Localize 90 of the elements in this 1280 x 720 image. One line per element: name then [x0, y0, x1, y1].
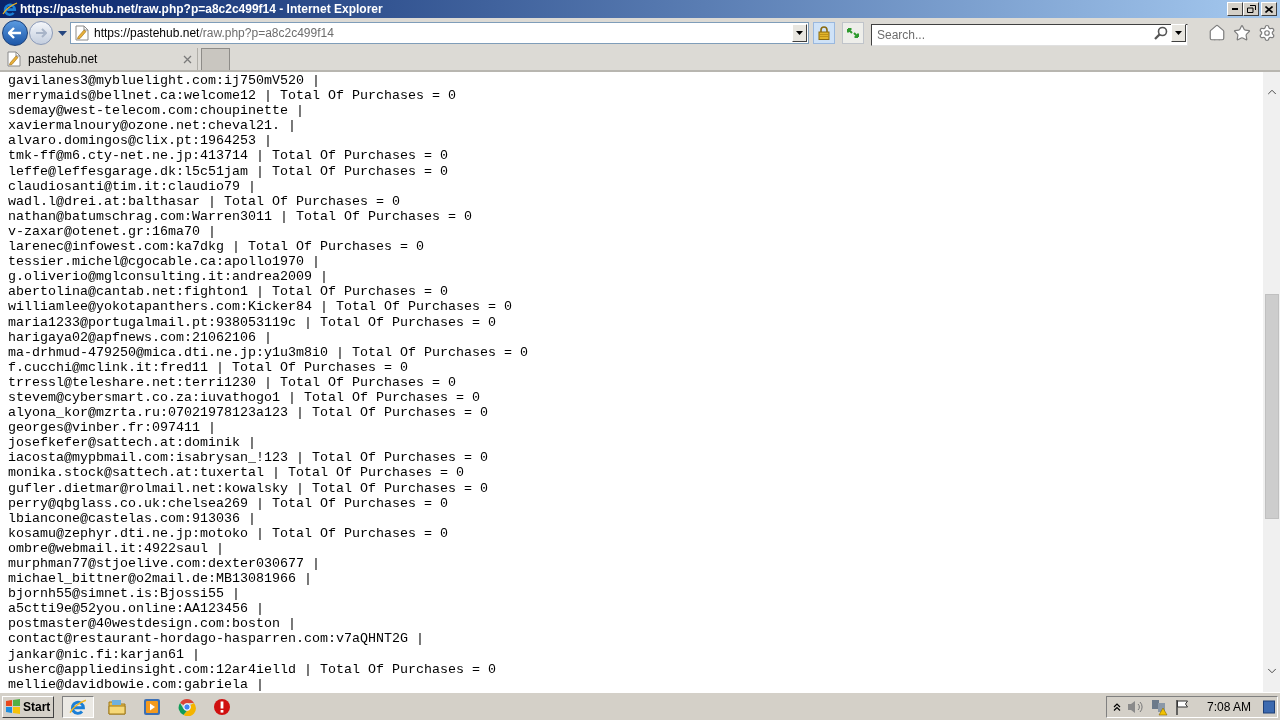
paste-line: stevem@cybersmart.co.za:iuvathogo1 | Total Of Purchases = 0 — [8, 389, 480, 405]
paste-line: xaviermalnoury@ozone.net:cheval21. | — [8, 118, 296, 134]
paste-line: alyona_kor@mzrta.ru:07021978123a123 | Total Of Purchases = 0 — [8, 405, 488, 421]
padlock-icon — [818, 26, 830, 40]
paste-line: murphman77@stjoelive.com:dexter030677 | — [8, 556, 320, 571]
paste-line: ma-drhmud-479250@mica.dti.ne.jp:y1u3m8i0 | Total Of Purchases = 0 — [8, 344, 528, 360]
minimize-button[interactable] — [1227, 2, 1243, 16]
left-arrow-icon — [8, 27, 22, 39]
compatibility-button[interactable] — [842, 22, 864, 44]
paste-line: f.cucchi@mclink.it:fred11 | Total Of Purchases = 0 — [8, 359, 408, 375]
paste-line: g.oliverio@mglconsulting.it:andrea2009 | — [8, 269, 328, 285]
paste-line: merrymaids@bellnet.ca:welcome12 | Total Of Purchases = 0 — [8, 88, 456, 104]
paste-line: contact@restaurant-hordago-hasparren.com:v7aQHNT2G | — [8, 631, 424, 647]
paste-line: gavilanes3@mybluelight.com:ij750mV520 | — [8, 73, 320, 88]
tab-label: pastehub.net — [28, 51, 98, 68]
paste-line: lbiancone@castelas.com:913036 | — [8, 510, 256, 526]
right-arrow-icon — [35, 28, 47, 38]
tab-close-button[interactable] — [182, 54, 192, 64]
page-icon — [7, 51, 21, 67]
paste-line: postmaster@40westdesign.com:boston | — [8, 616, 296, 632]
address-text: https://pastehub.net/raw.php?p=a8c2c499f14 — [94, 25, 334, 42]
folder-icon — [108, 698, 126, 715]
windows-logo-icon — [5, 699, 21, 714]
exclamation-circle-icon — [213, 697, 231, 716]
scrollbar-thumb[interactable] — [1264, 294, 1279, 519]
chrome-logo-icon — [178, 697, 196, 716]
minimize-icon — [1232, 8, 1238, 10]
two-arrows-icon — [846, 26, 860, 40]
paste-line: jankar@nic.fi:karjan61 | — [8, 646, 200, 662]
paste-line: wadl.l@drei.at:balthasar | Total Of Purchases = 0 — [8, 193, 400, 209]
paste-line: usherc@appliedinsight.com:12ar4ielld | Total Of Purchases = 0 — [8, 661, 496, 677]
caret-down-icon — [57, 30, 67, 36]
scrollbar[interactable] — [1263, 72, 1280, 692]
paste-line: tessier.michel@cgocable.ca:apollo1970 | — [8, 254, 320, 270]
paste-line: a5ctti9e@52you.online:AA123456 | — [8, 601, 264, 617]
paste-line: maria1233@portugalmail.pt:938053119c | Total Of Purchases = 0 — [8, 314, 496, 330]
start-button[interactable]: Start — [2, 695, 54, 718]
paste-line: alvaro.domingos@clix.pt:1964253 | — [8, 133, 272, 149]
window-title: https://pastehub.net/raw.php?p=a8c2c499f14 - Internet Explorer — [20, 2, 383, 16]
paste-line: gufler.dietmar@rolmail.net:kowalsky | Total Of Purchases = 0 — [8, 480, 488, 496]
search-field[interactable]: Search... — [871, 24, 1188, 46]
paste-line: trressl@teleshare.net:terri1230 | Total Of Purchases = 0 — [8, 374, 456, 390]
paste-line: georges@vinber.fr:097411 | — [8, 420, 216, 436]
clock[interactable]: 7:08 AM — [1207, 697, 1252, 716]
paste-line: iacosta@mypbmail.com:isabrysan_!123 | Total Of Purchases = 0 — [8, 450, 488, 466]
address-dropdown-button[interactable] — [792, 24, 807, 42]
chevron-up-icon[interactable] — [1113, 702, 1121, 711]
flag-icon[interactable] — [1175, 698, 1191, 715]
paste-line: larenec@infowest.com:ka7dkg | Total Of Purchases = 0 — [8, 239, 424, 255]
page-icon — [75, 25, 89, 41]
browser-logo-icon — [2, 1, 18, 17]
paste-line: v-zaxar@otenet.gr:16ma70 | — [8, 223, 216, 239]
paste-line: abertolina@cantab.net:fighton1 | Total Of Purchases = 0 — [8, 284, 448, 300]
paste-line: harigaya02@apfnews.com:21062106 | — [8, 329, 272, 345]
paste-line: leffe@leffesgarage.dk:l5c51jam | Total Of Purchases = 0 — [8, 163, 448, 179]
close-button[interactable] — [1261, 2, 1277, 16]
home-icon[interactable] — [1208, 24, 1226, 42]
paste-line: mellie@davidbowie.com:gabriela | — [8, 676, 264, 692]
star-icon[interactable] — [1233, 24, 1251, 42]
restore-button[interactable] — [1243, 2, 1259, 16]
paste-line: nathan@batumschrag.com:Warren3011 | Total Of Purchases = 0 — [8, 208, 472, 224]
close-icon — [1265, 5, 1273, 13]
play-tile-icon — [143, 697, 161, 716]
paste-line: perry@qbglass.co.uk:chelsea269 | Total Of Purchases = 0 — [8, 495, 448, 511]
paste-line: josefkefer@sattech.at:dominik | — [8, 435, 256, 451]
search-dropdown-button[interactable] — [1171, 24, 1186, 42]
paste-line: ombre@webmail.it:4922saul | — [8, 540, 224, 556]
network-warning-icon[interactable] — [1151, 697, 1169, 716]
taskbar-app-button[interactable] — [62, 695, 94, 718]
paste-line: tmk-ff@m6.cty-net.ne.jp:413714 | Total Of Purchases = 0 — [8, 148, 448, 164]
paste-line: bjornh55@simnet.is:Bjossi55 | — [8, 586, 240, 602]
speaker-icon[interactable] — [1127, 698, 1145, 715]
paste-line: monika.stock@sattech.at:tuxertal | Total Of Purchases = 0 — [8, 465, 464, 481]
caret-down-icon — [1175, 31, 1182, 35]
restore-icon — [1246, 5, 1256, 13]
history-dropdown-button[interactable] — [57, 28, 67, 38]
paste-line: michael_bittner@o2mail.de:MB13081966 | — [8, 571, 312, 587]
show-desktop-icon[interactable] — [1263, 699, 1275, 714]
caret-down-icon — [796, 31, 803, 35]
paste-line: kosamu@zephyr.dti.ne.jp:motoko | Total Of Purchases = 0 — [8, 525, 448, 541]
paste-line: sdemay@west-telecom.com:choupinette | — [8, 103, 304, 119]
lock-button[interactable] — [813, 22, 835, 44]
address-field[interactable]: https://pastehub.net/raw.php?p=a8c2c499f14 — [70, 22, 809, 44]
paste-line: williamlee@yokotapanthers.com:Kicker84 | Total Of Purchases = 0 — [8, 299, 512, 315]
settings-icon[interactable] — [1258, 24, 1276, 42]
browser-logo-icon — [69, 697, 87, 716]
paste-line: claudiosanti@tim.it:claudio79 | — [8, 178, 256, 194]
close-icon — [182, 54, 192, 64]
back-button[interactable] — [2, 20, 28, 46]
search-icon[interactable] — [1154, 26, 1168, 40]
